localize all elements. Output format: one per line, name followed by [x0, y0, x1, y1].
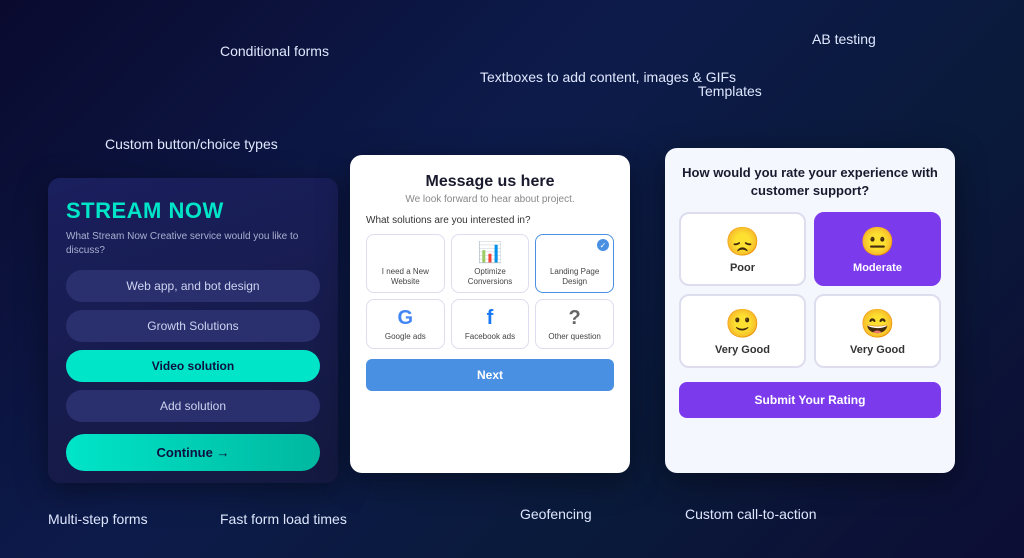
card1-title: STREAM NOW	[66, 198, 320, 224]
custom-cta-label: Custom call-to-action	[685, 505, 817, 523]
option-web-app[interactable]: Web app, and bot design	[66, 270, 320, 302]
ab-testing-label: AB testing	[812, 30, 876, 48]
card1-footer: Continue →	[48, 422, 338, 471]
other-icon: ?	[569, 308, 581, 328]
other-label: Other question	[548, 332, 600, 342]
continue-button[interactable]: Continue →	[66, 434, 320, 471]
optimize-icon: 📊	[478, 243, 503, 263]
optimize-label: Optimize Conversions	[456, 267, 525, 286]
fast-form-label: Fast form load times	[220, 510, 347, 528]
card1-header: STREAM NOW What Stream Now Creative serv…	[48, 178, 338, 270]
solution-facebook[interactable]: f Facebook ads	[451, 299, 530, 349]
templates-label: Templates	[698, 82, 762, 100]
google-icon: G	[398, 308, 414, 328]
next-button[interactable]: Next	[366, 359, 614, 391]
rating-poor[interactable]: 😞 Poor	[679, 212, 806, 286]
rating-grid: 😞 Poor 😐 Moderate 🙂 Very Good 😄 Very Goo…	[679, 212, 941, 368]
card1-options: Web app, and bot design Growth Solutions…	[48, 270, 338, 422]
rating-verygood2[interactable]: 😄 Very Good	[814, 294, 941, 368]
stream-word: STREAM	[66, 198, 162, 223]
solution-google[interactable]: G Google ads	[366, 299, 445, 349]
solution-other[interactable]: ? Other question	[535, 299, 614, 349]
card1-subtitle: What Stream Now Creative service would y…	[66, 230, 320, 258]
check-icon: ✓	[597, 239, 609, 251]
geofencing-label: Geofencing	[520, 505, 592, 523]
rating-card: How would you rate your experience with …	[665, 148, 955, 473]
verygood1-emoji: 🙂	[725, 310, 760, 338]
now-word: NOW	[169, 198, 224, 223]
option-video[interactable]: Video solution	[66, 350, 320, 382]
landing-label: Landing Page Design	[540, 267, 609, 286]
facebook-label: Facebook ads	[465, 332, 515, 342]
facebook-icon: f	[487, 308, 494, 328]
message-us-card: Message us here We look forward to hear …	[350, 155, 630, 473]
conditional-forms-label: Conditional forms	[220, 42, 329, 60]
option-growth[interactable]: Growth Solutions	[66, 310, 320, 342]
rating-verygood1[interactable]: 🙂 Very Good	[679, 294, 806, 368]
poor-emoji: 😞	[725, 228, 760, 256]
poor-label: Poor	[730, 262, 755, 274]
card2-title: Message us here	[366, 173, 614, 191]
solution-optimize[interactable]: 📊 Optimize Conversions	[451, 234, 530, 293]
option-add[interactable]: Add solution	[66, 390, 320, 422]
website-icon: 🖥	[393, 243, 418, 263]
verygood2-emoji: 😄	[860, 310, 895, 338]
solution-website[interactable]: 🖥 I need a New Website	[366, 234, 445, 293]
moderate-label: Moderate	[853, 262, 902, 274]
card2-question: What solutions are you interested in?	[366, 215, 614, 226]
solution-landing[interactable]: ✓ 🖼 Landing Page Design	[535, 234, 614, 293]
landing-icon: 🖼	[562, 243, 587, 263]
moderate-emoji: 😐	[860, 228, 895, 256]
rating-moderate[interactable]: 😐 Moderate	[814, 212, 941, 286]
custom-button-label: Custom button/choice types	[105, 135, 278, 153]
multi-step-label: Multi-step forms	[48, 510, 148, 528]
submit-rating-button[interactable]: Submit Your Rating	[679, 382, 941, 418]
website-label: I need a New Website	[371, 267, 440, 286]
solutions-grid: 🖥 I need a New Website 📊 Optimize Conver…	[366, 234, 614, 349]
card2-subtitle: We look forward to hear about project.	[366, 194, 614, 205]
verygood2-label: Very Good	[850, 344, 905, 356]
google-label: Google ads	[385, 332, 426, 342]
card3-title: How would you rate your experience with …	[679, 164, 941, 200]
stream-now-card: STREAM NOW What Stream Now Creative serv…	[48, 178, 338, 483]
verygood1-label: Very Good	[715, 344, 770, 356]
